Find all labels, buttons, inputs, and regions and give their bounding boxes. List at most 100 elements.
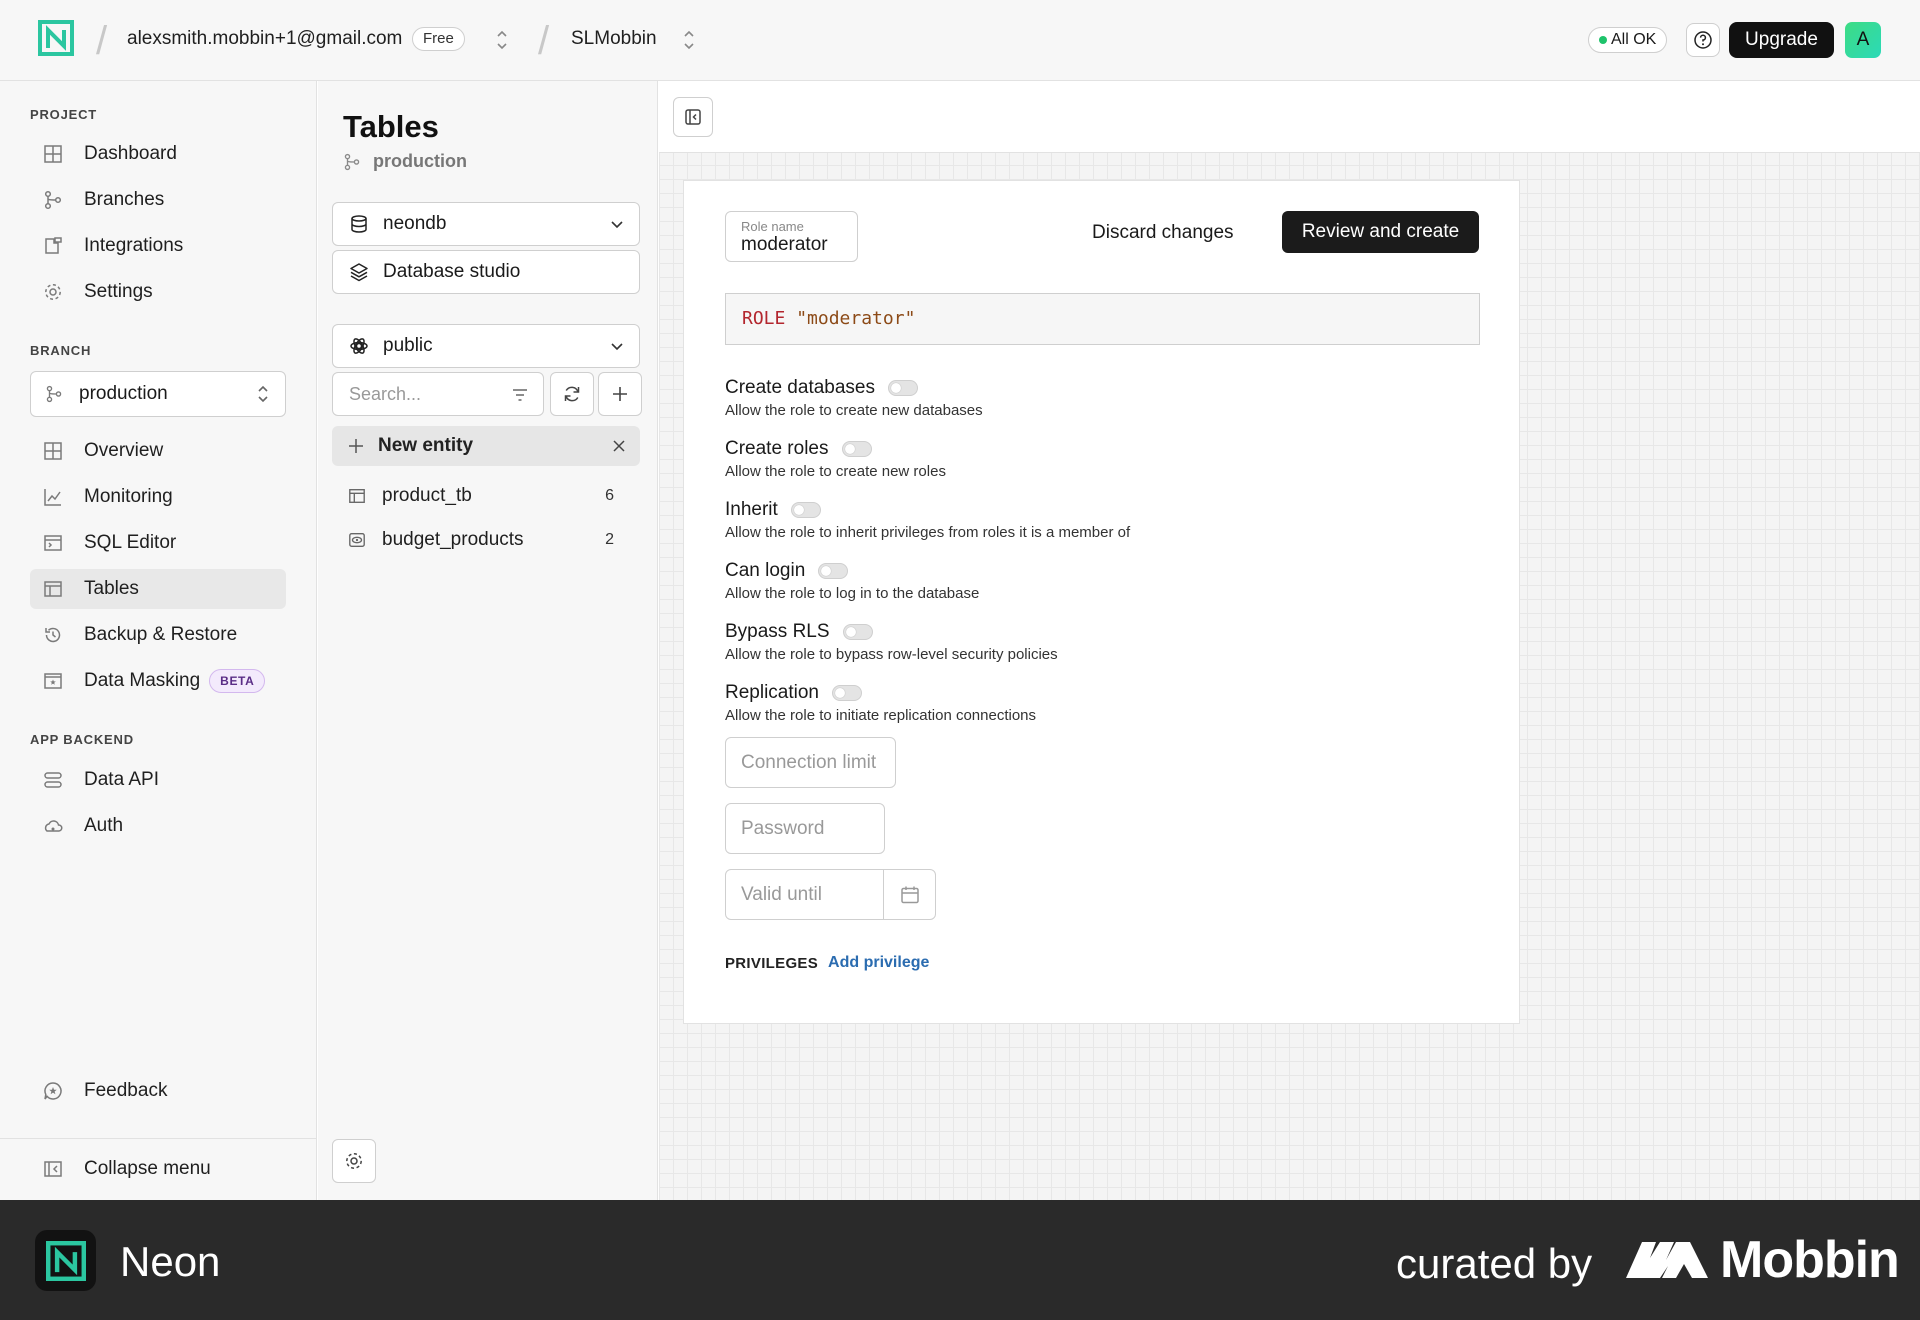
chevron-updown-icon — [258, 385, 268, 403]
close-icon[interactable] — [611, 438, 627, 454]
upgrade-button[interactable]: Upgrade — [1729, 22, 1834, 58]
toggle-switch[interactable] — [832, 685, 862, 701]
role-name-input[interactable]: moderator — [741, 234, 857, 256]
api-icon — [44, 772, 62, 788]
sidebar-item-sql-editor[interactable]: SQL Editor — [30, 523, 286, 563]
add-privilege-link[interactable]: Add privilege — [828, 954, 929, 972]
chevron-down-icon — [611, 343, 623, 351]
history-icon — [45, 627, 61, 643]
sidebar-item-label: Settings — [84, 281, 153, 302]
discard-changes-button[interactable]: Discard changes — [1092, 222, 1234, 244]
toggle-switch[interactable] — [842, 624, 873, 640]
permission-can-login: Can login Allow the role to log in to th… — [725, 559, 1425, 602]
new-entity-label: New entity — [378, 435, 474, 456]
current-branch-label: production — [373, 151, 467, 171]
code-string: "moderator" — [796, 308, 916, 329]
schema-icon — [350, 338, 368, 354]
valid-until-input[interactable]: Valid until — [741, 870, 822, 919]
toggle-panel-button[interactable] — [673, 97, 713, 137]
sidebar-item-branches[interactable]: Branches — [30, 180, 286, 220]
table-list-item[interactable]: product_tb 6 — [332, 476, 640, 516]
branch-selector[interactable]: production — [30, 371, 286, 417]
page-title: Tables — [343, 109, 439, 144]
mobbin-brand: Mobbin — [1720, 1231, 1900, 1289]
avatar[interactable]: A — [1845, 22, 1881, 58]
footer-banner: Neon curated by Mobbin — [0, 1200, 1920, 1320]
feedback-button[interactable]: Feedback — [30, 1071, 286, 1111]
chart-icon — [44, 489, 61, 506]
sidebar-item-tables[interactable]: Tables — [30, 569, 286, 609]
refresh-button[interactable] — [550, 372, 594, 416]
schema-selector-value: public — [383, 335, 433, 356]
table-icon — [349, 489, 365, 503]
review-and-create-button[interactable]: Review and create — [1282, 211, 1479, 253]
project-switcher-icon[interactable] — [681, 26, 697, 54]
database-selector[interactable]: neondb — [332, 202, 640, 246]
collapse-icon — [44, 1161, 62, 1177]
connection-limit-input[interactable]: Connection limit — [725, 737, 896, 788]
table-list-item[interactable]: budget_products 2 — [332, 520, 640, 560]
sidebar-item-settings[interactable]: Settings — [30, 272, 286, 312]
tables-panel: Tables production neondb Database studio… — [318, 81, 658, 1200]
schema-selector[interactable]: public — [332, 324, 640, 368]
account-email[interactable]: alexsmith.mobbin+1@gmail.com — [127, 28, 402, 50]
view-icon — [349, 533, 365, 547]
permission-description: Allow the role to log in to the database — [725, 585, 980, 602]
branches-icon — [344, 153, 360, 170]
password-input[interactable]: Password — [725, 803, 885, 854]
layers-icon — [350, 263, 368, 282]
mask-icon — [44, 673, 62, 689]
feedback-label: Feedback — [84, 1080, 168, 1101]
role-name-field[interactable]: Role name moderator — [725, 211, 858, 262]
database-studio-label: Database studio — [383, 261, 521, 282]
help-button[interactable] — [1686, 23, 1720, 57]
mobbin-logo-icon — [1626, 1238, 1708, 1280]
account-switcher-icon[interactable] — [494, 26, 510, 54]
search-box — [332, 372, 544, 416]
gear-icon — [45, 284, 61, 300]
current-branch: production — [343, 151, 467, 172]
permission-title: Create roles — [725, 438, 829, 459]
permission-description: Allow the role to bypass row-level secur… — [725, 646, 1058, 663]
status-badge[interactable]: All OK — [1588, 27, 1668, 53]
project-name[interactable]: SLMobbin — [571, 28, 657, 50]
overview-icon — [44, 442, 62, 460]
database-studio-button[interactable]: Database studio — [332, 250, 640, 294]
filter-icon[interactable] — [511, 386, 529, 404]
toggle-switch[interactable] — [888, 380, 918, 396]
permission-title: Can login — [725, 560, 806, 581]
main-toolbar — [659, 81, 1920, 153]
date-picker-button[interactable] — [883, 870, 935, 919]
toggle-switch[interactable] — [818, 563, 849, 579]
integrations-icon — [45, 237, 62, 254]
panel-settings-button[interactable] — [332, 1139, 376, 1183]
auth-icon — [44, 820, 63, 832]
sidebar-collapse-icon — [685, 109, 701, 125]
permission-title: Bypass RLS — [725, 621, 830, 642]
sidebar-item-auth[interactable]: Auth — [30, 806, 286, 846]
plan-badge: Free — [412, 27, 465, 51]
collapse-menu-button[interactable]: Collapse menu — [30, 1149, 286, 1189]
new-entity-item[interactable]: New entity — [332, 426, 640, 466]
branches-icon — [44, 190, 62, 210]
plus-icon — [349, 439, 363, 453]
permission-inherit: Inherit Allow the role to inherit privil… — [725, 498, 1425, 541]
permission-bypass-rls: Bypass RLS Allow the role to bypass row-… — [725, 620, 1425, 663]
sidebar-item-monitoring[interactable]: Monitoring — [30, 477, 286, 517]
calendar-icon — [900, 886, 919, 903]
toggle-switch[interactable] — [841, 441, 872, 457]
sidebar-item-data-api[interactable]: Data API — [30, 760, 286, 800]
neon-logo-icon[interactable] — [38, 20, 74, 56]
chevron-down-icon — [611, 221, 623, 229]
sidebar-item-dashboard[interactable]: Dashboard — [30, 134, 286, 174]
permission-title: Create databases — [725, 377, 875, 398]
toggle-switch[interactable] — [790, 502, 821, 518]
sidebar-item-integrations[interactable]: Integrations — [30, 226, 286, 266]
sidebar-item-overview[interactable]: Overview — [30, 431, 286, 471]
top-bar: / alexsmith.mobbin+1@gmail.com Free / SL… — [0, 0, 1920, 81]
search-input[interactable] — [349, 383, 499, 405]
sidebar-item-label: Auth — [84, 815, 124, 836]
add-entity-button[interactable] — [598, 372, 642, 416]
sidebar-item-backup-restore[interactable]: Backup & Restore — [30, 615, 286, 655]
sidebar-item-data-masking[interactable]: Data Masking BETA — [30, 661, 286, 701]
